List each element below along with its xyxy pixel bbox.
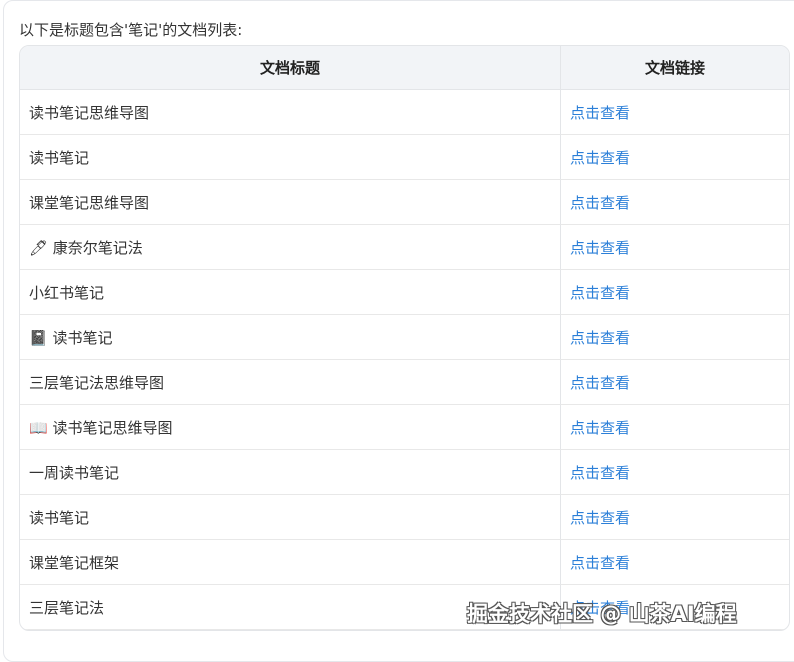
table-row: 📓 读书笔记 点击查看 [20,315,789,360]
doc-link-cell: 点击查看 [561,135,789,180]
table-row: 读书笔记 点击查看 [20,495,789,540]
view-link[interactable]: 点击查看 [570,419,630,437]
doc-link-cell: 点击查看 [561,225,789,270]
table-row: 课堂笔记思维导图 点击查看 [20,180,789,225]
view-link[interactable]: 点击查看 [570,464,630,482]
doc-link-cell: 点击查看 [561,270,789,315]
view-link[interactable]: 点击查看 [570,329,630,347]
doc-link-cell: 点击查看 [561,405,789,450]
doc-title: 三层笔记法思维导图 [20,360,561,405]
doc-link-cell: 点击查看 [561,315,789,360]
view-link[interactable]: 点击查看 [570,509,630,527]
doc-title: 读书笔记思维导图 [20,90,561,135]
documents-table: 文档标题 文档链接 读书笔记思维导图 点击查看 读书笔记 点击查看 课堂笔记思维导图 点击… [19,45,790,631]
doc-title: 课堂笔记思维导图 [20,180,561,225]
view-link[interactable]: 点击查看 [570,194,630,212]
doc-link-cell: 点击查看 [561,450,789,495]
view-link[interactable]: 点击查看 [570,104,630,122]
doc-title: 一周读书笔记 [20,450,561,495]
view-link[interactable]: 点击查看 [570,554,630,572]
table-row: 📖 读书笔记思维导图 点击查看 [20,405,789,450]
doc-link-cell: 点击查看 [561,540,789,585]
header-link: 文档链接 [561,46,789,90]
doc-link-cell: 点击查看 [561,90,789,135]
doc-title: 读书笔记 [20,495,561,540]
header-title: 文档标题 [20,46,561,90]
view-link[interactable]: 点击查看 [570,374,630,392]
doc-title: 📖 读书笔记思维导图 [20,405,561,450]
doc-link-cell: 点击查看 [561,360,789,405]
doc-title: 课堂笔记框架 [20,540,561,585]
doc-link-cell: 点击查看 [561,495,789,540]
doc-title: 读书笔记 [20,135,561,180]
table-row: 🖊 康奈尔笔记法 点击查看 [20,225,789,270]
doc-title: 🖊 康奈尔笔记法 [20,225,561,270]
doc-link-cell: 点击查看 [561,180,789,225]
table-row: 读书笔记思维导图 点击查看 [20,90,789,135]
table-row: 三层笔记法思维导图 点击查看 [20,360,789,405]
table-row: 课堂笔记框架 点击查看 [20,540,789,585]
intro-text: 以下是标题包含'笔记'的文档列表: [19,21,243,39]
table-row: 读书笔记 点击查看 [20,135,789,180]
view-link[interactable]: 点击查看 [570,284,630,302]
doc-title: 小红书笔记 [20,270,561,315]
watermark: 掘金技术社区 @ 山茶AI编程 [467,602,737,626]
view-link[interactable]: 点击查看 [570,239,630,257]
table-row: 小红书笔记 点击查看 [20,270,789,315]
table-row: 一周读书笔记 点击查看 [20,450,789,495]
view-link[interactable]: 点击查看 [570,149,630,167]
doc-title: 📓 读书笔记 [20,315,561,360]
